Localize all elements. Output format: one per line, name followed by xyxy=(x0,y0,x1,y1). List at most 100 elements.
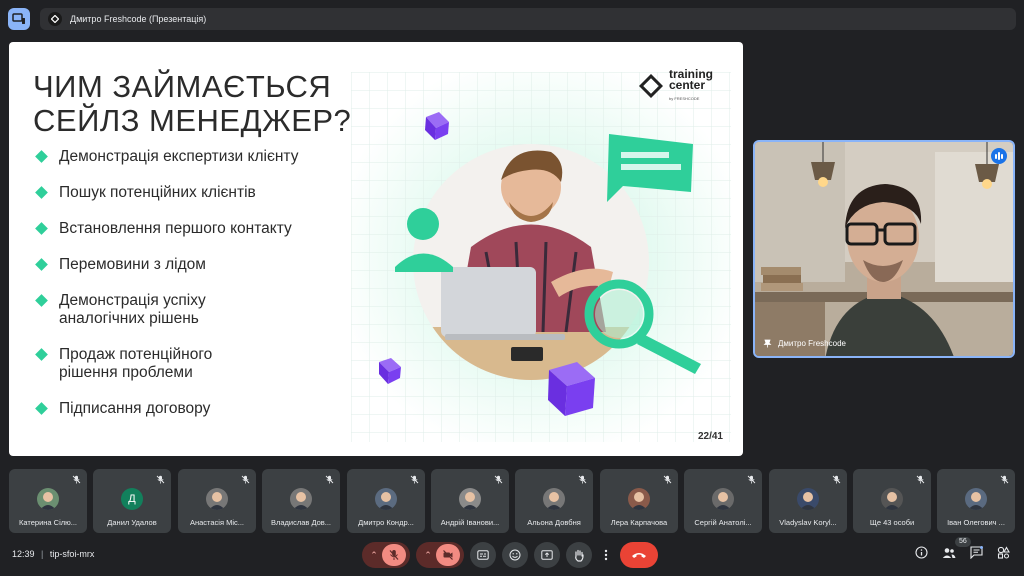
slide-heading-line-2: СЕЙЛЗ МЕНЕДЖЕР? xyxy=(33,103,352,138)
bullet-item: Демонстрація експертизи клієнту xyxy=(35,148,365,166)
bullet-item: Встановлення першого контакту xyxy=(35,220,365,238)
training-center-logo: training center by FRESHCODE xyxy=(639,68,729,104)
mic-muted-icon xyxy=(663,475,672,484)
present-screen-icon xyxy=(541,550,553,560)
participant-tile[interactable]: Лера Карпачова xyxy=(600,469,678,533)
mic-muted-icon xyxy=(156,475,165,484)
participant-tile[interactable]: Анастасія Міс... xyxy=(178,469,256,533)
bullet-text: Пошук потенційних клієнтів xyxy=(59,184,256,201)
participant-tile[interactable]: Ще 43 особи xyxy=(853,469,931,533)
meeting-details-button[interactable] xyxy=(915,546,928,564)
bullet-text: Підписання договору xyxy=(59,400,211,417)
bullet-item: Демонстрація успіху аналогічних рішень xyxy=(35,292,235,328)
call-controls: ⌃ ⌃ xyxy=(362,542,658,568)
mic-muted-icon xyxy=(410,475,419,484)
participant-avatar xyxy=(459,488,481,510)
participant-name: Іван Олегович ... xyxy=(947,518,1005,527)
speaking-indicator-icon xyxy=(991,148,1007,164)
presentation-icon xyxy=(48,12,62,26)
mic-control-group: ⌃ xyxy=(362,542,410,568)
slide-heading-line-1: ЧИМ ЗАЙМАЄТЬСЯ xyxy=(33,69,332,104)
pin-icon xyxy=(763,339,772,348)
mic-muted-icon xyxy=(325,475,334,484)
participant-name: Владислав Дов... xyxy=(270,518,332,527)
captions-icon xyxy=(477,550,489,560)
participant-name: Катерина Сілю... xyxy=(19,518,77,527)
raise-hand-button[interactable] xyxy=(566,542,592,568)
meet-app-icon[interactable] xyxy=(8,8,30,30)
mic-muted-icon xyxy=(747,475,756,484)
participant-name: Андрій Іванови... xyxy=(440,518,500,527)
bullet-item: Перемовини з лідом xyxy=(35,256,365,274)
diamond-bullet-icon xyxy=(35,150,48,163)
camera-options-chevron-icon[interactable]: ⌃ xyxy=(424,550,432,561)
hand-icon xyxy=(575,549,584,562)
participant-tile[interactable]: Сергій Анатолі... xyxy=(684,469,762,533)
more-options-button[interactable] xyxy=(598,542,614,568)
more-vertical-icon xyxy=(604,549,608,561)
participant-name: Vladyslav Koryl... xyxy=(779,518,837,527)
speaker-video-tile[interactable]: Дмитро Freshcode xyxy=(753,140,1015,358)
mic-muted-icon xyxy=(578,475,587,484)
participant-avatar xyxy=(712,488,734,510)
bullet-text: Встановлення першого контакту xyxy=(59,220,292,237)
avatar-initial: Д xyxy=(128,493,136,505)
participant-tile[interactable]: Vladyslav Koryl... xyxy=(769,469,847,533)
participant-avatar xyxy=(965,488,987,510)
diamond-bullet-icon xyxy=(35,186,48,199)
participant-tile[interactable]: Владислав Дов... xyxy=(262,469,340,533)
meeting-code: tip-sfoi-mrx xyxy=(49,549,95,559)
hang-up-icon xyxy=(632,553,646,558)
people-button[interactable] xyxy=(942,546,956,564)
participant-avatar xyxy=(628,488,650,510)
chat-icon xyxy=(970,546,983,560)
diamond-bullet-icon xyxy=(35,294,48,307)
bullet-item: Пошук потенційних клієнтів xyxy=(35,184,365,202)
camera-toggle-button[interactable] xyxy=(435,544,460,566)
leave-call-button[interactable] xyxy=(620,542,658,568)
speaker-name: Дмитро Freshcode xyxy=(778,339,846,348)
sales-manager-illustration xyxy=(351,72,731,442)
bullet-item: Підписання договору xyxy=(35,400,365,418)
participant-avatar xyxy=(290,488,312,510)
participant-name: Дмитро Кондр... xyxy=(358,518,414,527)
participant-tile[interactable]: Катерина Сілю... xyxy=(9,469,87,533)
logo-subtitle: by FRESHCODE xyxy=(669,95,700,101)
slide-bullet-list: Демонстрація експертизи клієнту Пошук по… xyxy=(35,148,365,418)
presentation-slide: ЧИМ ЗАЙМАЄТЬСЯ СЕЙЛЗ МЕНЕДЖЕР? Демонстра… xyxy=(9,42,743,456)
participant-tile[interactable]: Іван Олегович ... xyxy=(937,469,1015,533)
mic-options-chevron-icon[interactable]: ⌃ xyxy=(370,550,378,561)
camera-control-group: ⌃ xyxy=(416,542,464,568)
chat-button[interactable] xyxy=(970,546,983,564)
logo-text: training center by FRESHCODE xyxy=(669,68,713,104)
separator: | xyxy=(41,549,44,559)
meeting-info: 12:39 | tip-sfoi-mrx xyxy=(12,549,94,559)
mic-muted-icon xyxy=(832,475,841,484)
captions-button[interactable] xyxy=(470,542,496,568)
info-icon xyxy=(915,546,928,559)
mic-muted-icon xyxy=(916,475,925,484)
reactions-button[interactable] xyxy=(502,542,528,568)
participant-avatar xyxy=(797,488,819,510)
microphone-toggle-button[interactable] xyxy=(381,544,406,566)
speaker-video xyxy=(755,142,1013,356)
participant-tile[interactable]: Альона Довбня xyxy=(515,469,593,533)
participant-tile[interactable]: Д Данил Удалов xyxy=(93,469,171,533)
participant-tile[interactable]: Дмитро Кондр... xyxy=(347,469,425,533)
present-now-button[interactable] xyxy=(534,542,560,568)
presentation-title-bar[interactable]: Дмитро Freshcode (Презентація) xyxy=(40,8,1016,30)
participant-avatar xyxy=(543,488,565,510)
people-icon xyxy=(942,548,956,558)
logo-line-2: center xyxy=(669,77,706,92)
camera-off-icon xyxy=(442,550,453,560)
participant-name: Сергій Анатолі... xyxy=(694,518,752,527)
participant-name: Альона Довбня xyxy=(527,518,581,527)
participant-avatar xyxy=(206,488,228,510)
participant-tile[interactable]: Андрій Іванови... xyxy=(431,469,509,533)
diamond-bullet-icon xyxy=(35,222,48,235)
slide-heading: ЧИМ ЗАЙМАЄТЬСЯ СЕЙЛЗ МЕНЕДЖЕР? xyxy=(33,70,363,138)
mic-muted-icon xyxy=(1000,475,1009,484)
mic-muted-icon xyxy=(494,475,503,484)
activities-button[interactable] xyxy=(997,546,1010,564)
side-panel-controls xyxy=(915,546,1010,564)
